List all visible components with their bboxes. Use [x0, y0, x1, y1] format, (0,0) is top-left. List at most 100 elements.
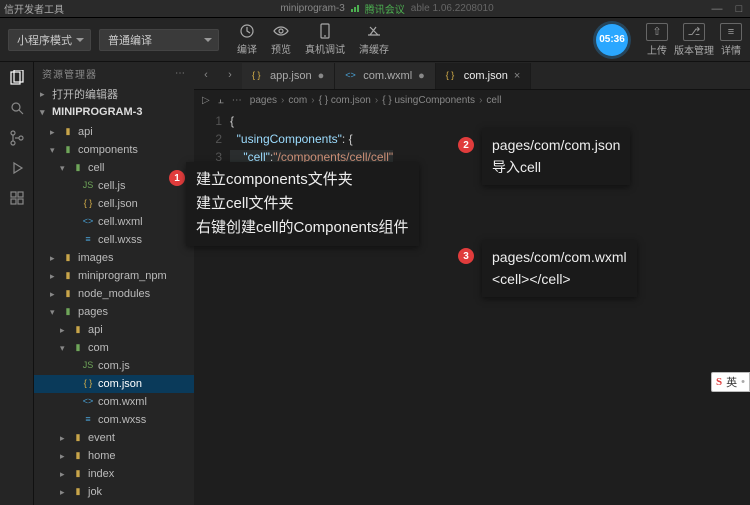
upload-icon: ⇧	[652, 25, 661, 38]
json-icon: { }	[82, 198, 94, 210]
json-icon: { }	[446, 70, 458, 82]
breadcrumb-item[interactable]: { } com.json	[319, 95, 371, 106]
annotation-1: 建立components文件夹 建立cell文件夹 右键创建cell的Compo…	[186, 162, 419, 246]
tree-node[interactable]: JScom.js	[34, 357, 194, 375]
phone-icon	[317, 23, 333, 39]
folder-icon: ▮	[62, 270, 74, 282]
folder-icon: ▮	[62, 126, 74, 138]
ime-indicator[interactable]: S 英 •	[711, 372, 750, 392]
tree-node[interactable]: ▮life	[34, 501, 194, 505]
wxml-icon: <>	[82, 216, 94, 228]
folder-icon: ▮	[72, 468, 84, 480]
extensions-icon[interactable]	[7, 188, 27, 208]
breadcrumb-item[interactable]: com	[288, 95, 307, 106]
wxml-icon: <>	[82, 396, 94, 408]
more-icon[interactable]: ⋯	[232, 95, 242, 106]
meeting-label: 腾讯会议	[365, 1, 405, 16]
timer-badge: 05:36	[596, 24, 628, 56]
tree-node[interactable]: ▮jok	[34, 483, 194, 501]
js-icon: JS	[82, 360, 94, 372]
explorer-more-icon[interactable]: ⋯	[175, 68, 186, 79]
main-toolbar: 小程序模式 普通编译 编译 预览 真机调试 清缓存 05:36 ⇧上传 ⎇版本管…	[0, 18, 750, 62]
maximize-icon[interactable]: □	[732, 2, 746, 16]
file-explorer: 资源管理器 ⋯ 打开的编辑器 MINIPROGRAM-3 ▮api▮compon…	[34, 62, 194, 505]
tree-node[interactable]: ▮index	[34, 465, 194, 483]
upload-button[interactable]: ⇧上传	[646, 23, 668, 57]
run-icon[interactable]: ▷	[202, 95, 210, 106]
editor-area: ‹ › { }app.json●<>com.wxml●{ }com.json× …	[194, 62, 750, 505]
editor-tab[interactable]: { }app.json●	[242, 63, 335, 89]
tab-strip: ‹ › { }app.json●<>com.wxml●{ }com.json×	[194, 62, 750, 90]
wxml-icon: <>	[345, 70, 357, 82]
remote-debug-button[interactable]: 真机调试	[305, 23, 345, 56]
close-tab-icon[interactable]: ×	[514, 70, 520, 82]
breadcrumb-item[interactable]: pages	[250, 95, 277, 106]
open-editors-section[interactable]: 打开的编辑器	[34, 85, 194, 103]
explorer-title: 资源管理器	[42, 66, 97, 81]
tree-node[interactable]: <>com.wxml	[34, 393, 194, 411]
version-button[interactable]: ⎇版本管理	[674, 23, 714, 57]
folder-g-icon: ▮	[62, 306, 74, 318]
editor-tab[interactable]: <>com.wxml●	[335, 63, 436, 89]
js-icon: JS	[82, 180, 94, 192]
eye-icon	[273, 23, 289, 39]
annotation-badge-1: 1	[169, 170, 185, 186]
breadcrumb[interactable]: pages›com›{ } com.json›{ } usingComponen…	[250, 95, 502, 106]
tree-node[interactable]: ▮api	[34, 123, 194, 141]
editor-sub-toolbar: ▷ ⫠ ⋯ pages›com›{ } com.json›{ } usingCo…	[194, 90, 750, 110]
version-text: able 1.06.2208010	[411, 3, 494, 14]
tree-node[interactable]: { }cell.json	[34, 195, 194, 213]
breadcrumb-item[interactable]: cell	[486, 95, 501, 106]
tree-node[interactable]: ≡cell.wxss	[34, 231, 194, 249]
folder-g-icon: ▮	[62, 144, 74, 156]
debug-icon[interactable]	[7, 158, 27, 178]
tree-node[interactable]: ▮api	[34, 321, 194, 339]
tree-node[interactable]: ▮node_modules	[34, 285, 194, 303]
menu-icon: ≡	[728, 26, 734, 38]
tree-node[interactable]: <>cell.wxml	[34, 213, 194, 231]
compile-icon	[239, 23, 255, 39]
tree-node[interactable]: { }com.json	[34, 375, 194, 393]
tree-node[interactable]: ▮event	[34, 429, 194, 447]
clear-cache-button[interactable]: 清缓存	[359, 23, 389, 56]
mode-select[interactable]: 小程序模式	[8, 29, 91, 51]
breadcrumb-item[interactable]: { } usingComponents	[382, 95, 475, 106]
annotation-badge-2: 2	[458, 137, 474, 153]
wxss-icon: ≡	[82, 414, 94, 426]
activity-bar	[0, 62, 34, 505]
signal-icon	[351, 5, 359, 12]
compile-select[interactable]: 普通编译	[99, 29, 219, 51]
branch-icon: ⎇	[688, 25, 701, 38]
tree-node[interactable]: ▮home	[34, 447, 194, 465]
annotation-badge-3: 3	[458, 248, 474, 264]
window-title: 信开发者工具	[4, 1, 64, 16]
folder-icon: ▮	[72, 432, 84, 444]
preview-button[interactable]: 预览	[271, 23, 291, 56]
tree-node[interactable]: ▮components	[34, 141, 194, 159]
broom-icon	[366, 23, 382, 39]
compile-button[interactable]: 编译	[237, 23, 257, 56]
explorer-icon[interactable]	[7, 68, 27, 88]
folder-icon: ▮	[62, 288, 74, 300]
folder-icon: ▮	[72, 324, 84, 336]
scm-icon[interactable]	[7, 128, 27, 148]
split-icon[interactable]: ⫠	[218, 95, 224, 106]
tree-node[interactable]: ▮images	[34, 249, 194, 267]
tree-node[interactable]: ≡com.wxss	[34, 411, 194, 429]
tree-node[interactable]: ▮com	[34, 339, 194, 357]
tree-node[interactable]: ▮pages	[34, 303, 194, 321]
project-root[interactable]: MINIPROGRAM-3	[34, 103, 194, 121]
folder-g-icon: ▮	[72, 162, 84, 174]
json-icon: { }	[252, 70, 264, 82]
wxss-icon: ≡	[82, 234, 94, 246]
folder-icon: ▮	[72, 450, 84, 462]
detail-button[interactable]: ≡详情	[720, 23, 742, 57]
tab-nav-right-icon[interactable]: ›	[218, 61, 242, 89]
annotation-2: pages/com/com.json 导入cell	[482, 128, 630, 185]
tab-nav-left-icon[interactable]: ‹	[194, 61, 218, 89]
minimize-icon[interactable]: ―	[710, 2, 724, 16]
editor-tab[interactable]: { }com.json×	[436, 63, 531, 89]
tree-node[interactable]: ▮miniprogram_npm	[34, 267, 194, 285]
folder-icon: ▮	[62, 252, 74, 264]
search-icon[interactable]	[7, 98, 27, 118]
